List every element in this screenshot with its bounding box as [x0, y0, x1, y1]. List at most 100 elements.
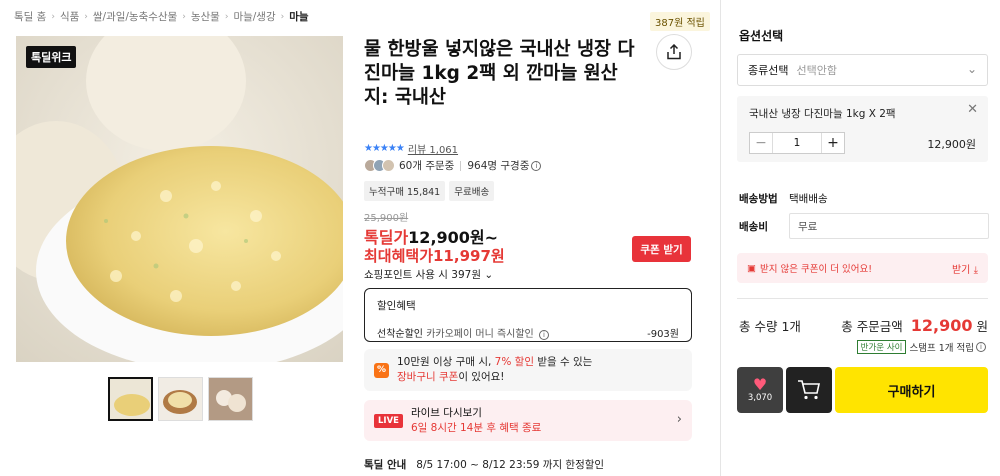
share-icon: [667, 44, 681, 60]
total-amount: 12,900: [910, 316, 973, 335]
coupon-download-label: 받기: [951, 264, 971, 276]
buyers-row: 60개 주문중 964명 구경중 i: [364, 158, 542, 173]
info-icon[interactable]: i: [538, 330, 549, 340]
rating-row: ★★★★★ 리뷰 1,061: [364, 141, 458, 156]
increase-button[interactable]: +: [822, 133, 844, 153]
like-button[interactable]: ♥ 3,070: [737, 367, 783, 413]
shipping-cost-label: 배송비: [739, 220, 768, 233]
discount-type: 선착순할인: [377, 329, 423, 340]
buy-button[interactable]: 구매하기: [835, 367, 988, 413]
breadcrumb-home[interactable]: 톡딜 홈: [14, 9, 46, 24]
download-icon: ⤓: [973, 264, 978, 276]
breadcrumb-separator: ›: [280, 11, 285, 22]
promo-text: 10만원 이상 구매 시, 7% 할인 받을 수 있는 장바구니 쿠폰이 있어요…: [397, 355, 592, 385]
discount-amount: -903원: [647, 329, 679, 340]
breadcrumb-separator: ›: [84, 11, 88, 22]
sale-info-period: 8/5 17:00 ~ 8/12 23:59 까지 한정할인: [416, 459, 605, 471]
info-icon[interactable]: i: [531, 160, 542, 171]
breadcrumb-separator: ›: [182, 11, 186, 22]
breadcrumb-separator: ›: [224, 11, 229, 22]
discount-heading: 할인혜택: [377, 300, 416, 312]
thumbnail-image: [159, 378, 202, 420]
discount-row: 선착순할인 카카오페이 머니 즉시할인 i -903원: [377, 325, 679, 340]
promo-text-part: 받을 수 있는: [534, 356, 593, 368]
quantity-value[interactable]: 1: [772, 133, 822, 153]
original-price: 25,900원: [364, 213, 409, 224]
decrease-button[interactable]: −: [750, 133, 772, 153]
product-chips: 누적구매 15,841 무료배송: [364, 181, 495, 201]
order-totals: 총 수량 1개 총 주문금액 12,900 원: [739, 316, 988, 335]
promo-text-part: 10만원 이상 구매 시,: [397, 356, 495, 368]
live-badge: LIVE: [374, 413, 403, 428]
breadcrumb-garlic-ginger[interactable]: 마늘/생강: [233, 9, 275, 24]
breadcrumb-food[interactable]: 식품: [60, 9, 79, 24]
cart-button[interactable]: [786, 367, 832, 413]
shopping-point-text: 쇼핑포인트 사용 시 397원: [364, 269, 481, 281]
divider: [737, 298, 988, 299]
thumbnail-2[interactable]: [158, 377, 203, 421]
sale-info-label: 톡딜 안내: [364, 459, 407, 471]
total-amount-label: 총 주문금액: [841, 319, 903, 334]
discount-box: 할인혜택 선착순할인 카카오페이 머니 즉시할인 i -903원: [364, 288, 692, 342]
stamp-text: 스탬프 1개 적립: [909, 343, 974, 354]
cart-coupon-promo[interactable]: % 10만원 이상 구매 시, 7% 할인 받을 수 있는 장바구니 쿠폰이 있…: [364, 349, 692, 391]
minced-garlic-photo: [16, 36, 343, 362]
chevron-right-icon: ›: [676, 412, 682, 427]
buyer-avatars: [364, 159, 395, 172]
info-icon[interactable]: i: [976, 342, 986, 352]
thumbnail-image: [110, 379, 151, 419]
coupon-notice-icon: ▣: [747, 262, 756, 274]
shopping-point-row[interactable]: 쇼핑포인트 사용 시 397원 ⌄: [364, 267, 493, 282]
promo-highlight: 7% 할인: [494, 356, 534, 368]
option-select-label: 종류선택: [748, 64, 789, 77]
close-icon[interactable]: ✕: [967, 102, 978, 117]
star-rating-icon: ★★★★★: [364, 143, 405, 154]
shipping-method-row: 배송방법 택배배송: [739, 191, 828, 206]
option-select[interactable]: 종류선택 선택안함 ⌄: [737, 54, 988, 86]
cart-icon: [798, 380, 820, 400]
selected-option-name: 국내산 냉장 다진마늘 1kg X 2팩: [749, 108, 896, 120]
shipping-method-label: 배송방법: [739, 193, 778, 205]
cumulative-sales-chip: 누적구매 15,841: [364, 181, 446, 201]
shipping-method-value: 택배배송: [789, 193, 828, 205]
breadcrumb: 톡딜 홈 › 식품 › 쌀/과일/농축수산물 › 농산물 › 마늘/생강 › 마늘: [14, 9, 309, 24]
selected-option: 국내산 냉장 다진마늘 1kg X 2팩 ✕ − 1 + 12,900원: [737, 96, 988, 162]
breadcrumb-agri[interactable]: 쌀/과일/농축수산물: [93, 9, 177, 24]
like-count: 3,070: [747, 393, 773, 403]
coupon-button[interactable]: 쿠폰 받기: [632, 236, 691, 262]
total-amount-unit: 원: [976, 319, 988, 334]
stamp-info: 반가운 사이 스탬프 1개 적립 i: [856, 340, 986, 354]
review-link[interactable]: 리뷰 1,061: [408, 141, 458, 156]
unclaimed-coupon-notice[interactable]: ▣ 받지 않은 쿠폰이 더 있어요! 받기 ⤓: [737, 253, 988, 283]
live-countdown: 6일 8시간 14분 후 혜택 종료: [410, 421, 542, 434]
free-shipping-chip: 무료배송: [449, 181, 495, 201]
points-badge: 387원 적립: [650, 12, 710, 31]
thumbnail-3[interactable]: [208, 377, 253, 421]
promo-highlight: 장바구니 쿠폰: [397, 371, 459, 383]
divider: [460, 160, 462, 171]
chevron-down-icon: ⌄: [966, 62, 977, 76]
breadcrumb-produce[interactable]: 농산물: [191, 9, 220, 24]
breadcrumb-separator: ›: [51, 11, 55, 22]
product-title: 물 한방울 넣지않은 국내산 냉장 다진마늘 1kg 2팩 외 깐마늘 원산지:…: [364, 39, 635, 108]
share-button[interactable]: [656, 34, 692, 70]
orders-count: 60개 주문중: [399, 160, 455, 172]
sale-info: 톡딜 안내 8/5 17:00 ~ 8/12 23:59 까지 한정할인: [364, 457, 604, 472]
brand-tag: 톡딜위크: [26, 46, 77, 68]
stamp-tag: 반가운 사이: [856, 340, 907, 354]
breadcrumb-garlic: 마늘: [289, 11, 309, 23]
total-quantity: 총 수량 1개: [739, 319, 801, 334]
shipping-cost-field: 무료: [789, 213, 989, 239]
chevron-down-icon: ⌄: [484, 269, 494, 281]
live-replay-banner[interactable]: LIVE 라이브 다시보기 6일 8시간 14분 후 혜택 종료 ›: [364, 400, 692, 441]
coupon-download-link[interactable]: 받기 ⤓: [952, 261, 978, 276]
heart-icon: ♥: [752, 375, 768, 394]
thumbnail-1[interactable]: [108, 377, 153, 421]
coupon-notice-text: 받지 않은 쿠폰이 더 있어요!: [759, 264, 873, 275]
selected-option-price: 12,900원: [927, 138, 976, 151]
discount-desc: 카카오페이 머니 즉시할인: [426, 329, 534, 340]
live-text: 라이브 다시보기 6일 8시간 14분 후 혜택 종료: [411, 406, 541, 436]
option-select-placeholder: 선택안함: [796, 64, 837, 77]
option-title: 옵션선택: [739, 29, 784, 43]
product-main-image[interactable]: 톡딜위크: [16, 36, 343, 362]
